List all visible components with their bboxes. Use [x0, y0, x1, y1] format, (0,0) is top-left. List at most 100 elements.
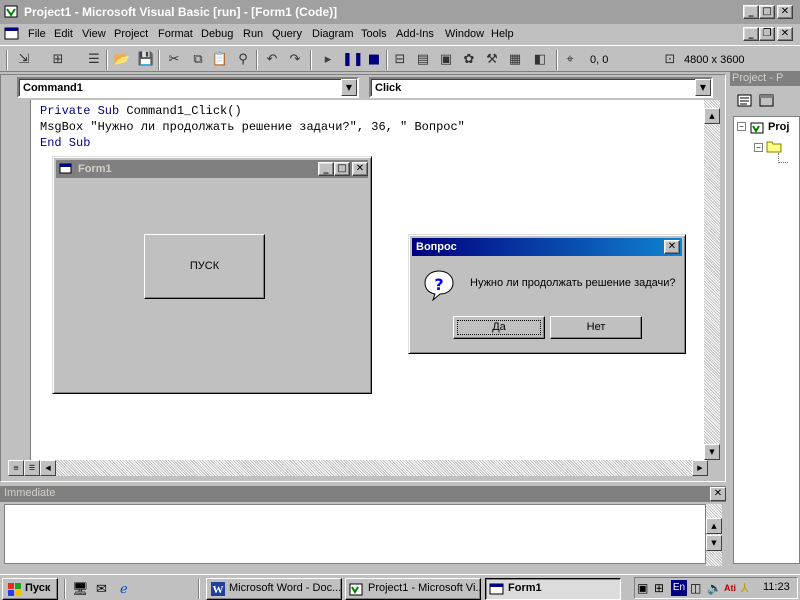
project-explorer-icon[interactable]: ⊟ — [390, 50, 410, 70]
code-horizontal-bar: ≡ ☰ ◀ ▶ — [8, 460, 712, 477]
copy-icon[interactable]: ⧉ — [188, 50, 208, 70]
component-manager-icon[interactable]: ◧ — [530, 50, 550, 70]
add-project-icon[interactable]: ⇲ — [14, 50, 34, 70]
view-object-icon[interactable] — [757, 92, 777, 110]
menu-diagram[interactable]: Diagram — [312, 28, 354, 40]
start-icon[interactable]: ▸ — [318, 50, 338, 70]
svg-text:W: W — [213, 584, 224, 596]
close-button[interactable]: ✕ — [710, 487, 726, 501]
scroll-left-icon[interactable]: ◀ — [40, 460, 56, 476]
object-combo[interactable]: Command1 ▼ — [17, 77, 359, 98]
scroll-up-icon[interactable]: ▲ — [706, 518, 722, 534]
menu-query[interactable]: Query — [272, 28, 302, 40]
menu-window[interactable]: Window — [445, 28, 484, 40]
scheduler-icon[interactable]: ◫ — [690, 580, 706, 596]
pusk-button[interactable]: ПУСК — [144, 234, 265, 299]
procedure-combo[interactable]: Click ▼ — [369, 77, 713, 98]
close-button[interactable]: ✕ — [664, 240, 680, 254]
minimize-button[interactable]: _ — [743, 5, 759, 19]
view-code-icon[interactable] — [735, 92, 755, 110]
network-icon[interactable]: ⊞ — [654, 580, 670, 596]
volume-icon[interactable]: 🔈 — [707, 580, 723, 596]
taskbar-form1-button[interactable]: Form1 — [485, 578, 621, 600]
form1-title: Form1 — [78, 163, 112, 175]
taskbar-vb-button[interactable]: Project1 - Microsoft Vi... — [345, 578, 481, 600]
outlook-icon[interactable]: ✉ — [96, 581, 112, 597]
properties-icon[interactable]: ▤ — [413, 50, 433, 70]
menu-bar: File Edit View Project Format Debug Run … — [0, 24, 800, 44]
menu-debug[interactable]: Debug — [201, 28, 233, 40]
cut-icon[interactable]: ✂ — [164, 50, 184, 70]
scroll-down-icon[interactable]: ▼ — [704, 444, 720, 460]
menu-view[interactable]: View — [82, 28, 106, 40]
display-icon[interactable]: ▣ — [637, 580, 653, 596]
maximize-button[interactable]: □ — [334, 162, 350, 176]
menu-add-ins[interactable]: Add-Ins — [396, 28, 434, 40]
yes-button[interactable]: Да — [453, 316, 545, 339]
code-window-icon[interactable] — [4, 27, 20, 41]
title-bar: Project1 - Microsoft Visual Basic [run] … — [0, 0, 800, 24]
immediate-window[interactable] — [4, 504, 706, 564]
collapse-icon[interactable]: − — [737, 122, 746, 131]
scroll-down-icon[interactable]: ▼ — [706, 535, 722, 551]
toolbox-icon[interactable]: ⚒ — [482, 50, 502, 70]
minimize-button[interactable]: _ — [318, 162, 334, 176]
maximize-button[interactable]: □ — [759, 5, 775, 19]
start-button[interactable]: Пуск — [2, 578, 58, 600]
menu-run[interactable]: Run — [243, 28, 263, 40]
add-form-icon[interactable]: ⊞ — [48, 50, 68, 70]
undo-icon[interactable]: ↶ — [262, 50, 282, 70]
desktop-icon[interactable]: 🖥 — [72, 581, 89, 597]
menu-tools[interactable]: Tools — [361, 28, 387, 40]
code-horizontal-scrollbar[interactable] — [56, 460, 692, 476]
code-line[interactable]: Private Sub Command1_Click() — [40, 104, 242, 118]
code-line[interactable]: End Sub — [40, 136, 90, 150]
paste-icon[interactable]: 📋 — [210, 50, 230, 70]
internet-explorer-icon[interactable]: ℯ — [120, 581, 136, 597]
redo-icon[interactable]: ↷ — [285, 50, 305, 70]
menu-file[interactable]: File — [28, 28, 46, 40]
chevron-down-icon[interactable]: ▼ — [695, 79, 711, 96]
procedure-combo-value: Click — [375, 82, 402, 94]
end-icon[interactable]: ■ — [364, 50, 384, 70]
system-tray: ▣ ⊞ En ◫ 🔈 Ati ⅄ 11:23 — [634, 577, 798, 599]
acrobat-icon[interactable]: ⅄ — [741, 580, 757, 596]
menu-project[interactable]: Project — [114, 28, 148, 40]
form-layout-icon[interactable]: ▣ — [436, 50, 456, 70]
procedure-view-icon[interactable]: ≡ — [8, 460, 24, 476]
open-icon[interactable]: 📂 — [112, 50, 132, 70]
chevron-down-icon[interactable]: ▼ — [341, 79, 357, 96]
scroll-up-icon[interactable]: ▲ — [704, 108, 720, 124]
code-vertical-scrollbar[interactable] — [704, 100, 720, 460]
project-icon — [750, 122, 764, 134]
menu-edit[interactable]: Edit — [54, 28, 73, 40]
language-indicator[interactable]: En — [671, 580, 687, 596]
data-view-icon[interactable]: ▦ — [505, 50, 525, 70]
object-browser-icon[interactable]: ✿ — [459, 50, 479, 70]
visual-basic-app-icon[interactable] — [4, 4, 20, 20]
save-icon[interactable]: 💾 — [136, 50, 156, 70]
break-icon[interactable]: ❚❚ — [342, 50, 364, 70]
folder-icon — [766, 141, 782, 153]
window-title: Project1 - Microsoft Visual Basic [run] … — [24, 5, 338, 19]
close-button[interactable]: ✕ — [777, 5, 793, 19]
code-line[interactable]: MsgBox "Нужно ли продолжать решение зада… — [40, 120, 465, 134]
form-icon — [59, 163, 72, 174]
collapse-icon[interactable]: − — [754, 143, 763, 152]
menu-format[interactable]: Format — [158, 28, 193, 40]
menu-help[interactable]: Help — [491, 28, 514, 40]
ati-icon[interactable]: Ati — [724, 580, 740, 596]
form-icon — [489, 583, 504, 595]
close-button[interactable]: ✕ — [352, 162, 368, 176]
taskbar-word-button[interactable]: W Microsoft Word - Doc... — [206, 578, 342, 600]
no-button[interactable]: Нет — [550, 316, 642, 339]
full-module-view-icon[interactable]: ☰ — [24, 460, 40, 476]
child-minimize-button[interactable]: _ — [743, 27, 759, 41]
find-icon[interactable]: ⚲ — [233, 50, 253, 70]
clock: 11:23 — [763, 581, 790, 593]
position-icon: ⌖ — [566, 52, 574, 67]
child-restore-button[interactable]: ❐ — [759, 27, 775, 41]
scroll-right-icon[interactable]: ▶ — [692, 460, 708, 476]
menu-editor-icon[interactable]: ☰ — [84, 50, 104, 70]
child-close-button[interactable]: ✕ — [777, 27, 793, 41]
